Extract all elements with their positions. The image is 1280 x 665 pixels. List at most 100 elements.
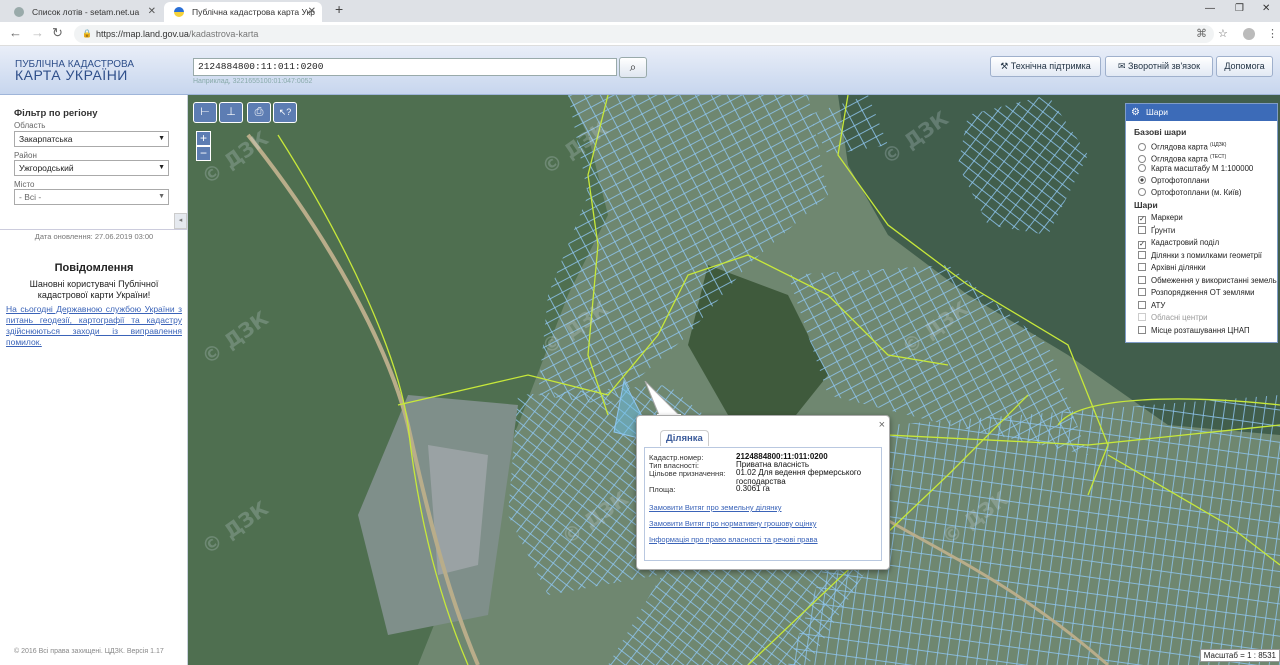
purpose-label: Цільове призначення:	[649, 469, 726, 478]
layers-panel: ⚙ Шари Базові шари Оглядова карта (ЦДЗК) …	[1125, 103, 1278, 343]
base-layer-orthophoto-kyiv[interactable]: Ортофотоплани (м. Київ)	[1138, 188, 1241, 198]
base-layer-map-100000[interactable]: Карта масштабу М 1:100000	[1138, 164, 1253, 174]
minimize-icon[interactable]: —	[1205, 3, 1215, 14]
district-label: Район	[14, 151, 37, 160]
checkbox[interactable]	[1138, 263, 1146, 271]
region-select[interactable]: Закарпатська ▼	[14, 131, 169, 147]
layer-label: Ґрунти	[1151, 226, 1176, 235]
checkbox-checked[interactable]: ✓	[1138, 216, 1146, 224]
tab-parcel[interactable]: Ділянка	[660, 430, 709, 446]
feedback-button[interactable]: ✉ Зворотній зв'язок	[1105, 56, 1213, 77]
radio-button[interactable]	[1138, 154, 1146, 163]
layer-cadastral-division[interactable]: ✓ Кадастровий поділ	[1138, 238, 1219, 249]
layer-cnap-locations[interactable]: Місце розташування ЦНАП	[1138, 326, 1250, 336]
base-layer-orthophoto[interactable]: Ортофотоплани	[1138, 176, 1209, 186]
support-button[interactable]: ⚒ Технічна підтримка	[990, 56, 1101, 77]
dropdown-arrow-icon: ▼	[158, 193, 165, 200]
checkbox[interactable]	[1138, 276, 1146, 284]
layer-sup: (ЦДЗК)	[1210, 142, 1227, 148]
popup-pointer	[644, 381, 681, 417]
browser-tab-setam[interactable]: Список лотів - setam.net.ua ✕	[4, 2, 162, 22]
help-button[interactable]: Допомога	[1216, 56, 1273, 77]
base-layers-title: Базові шари	[1134, 127, 1187, 137]
layer-label: Архівні ділянки	[1151, 263, 1206, 272]
city-select[interactable]: - Всі - ▼	[14, 189, 169, 205]
layer-regional-centers[interactable]: Обласні центри	[1138, 313, 1207, 323]
map-canvas[interactable]: © ДЗК © ДЗК © ДЗК © ДЗК © ДЗК © ДЗК © ДЗ…	[188, 95, 1280, 665]
site-logo[interactable]: ПУБЛІЧНА КАДАСТРОВА КАРТА УКРАЇНИ	[15, 59, 134, 82]
measure-length-button[interactable]: ⊢	[193, 102, 217, 123]
notice-body: Шановні користувачі Публічної кадастрово…	[29, 279, 159, 300]
browser-tab-kadastr[interactable]: Публічна кадастрова карта Укр ✕	[164, 2, 322, 22]
copyright: © 2016 Всі права захищені. ЦДЗК. Версія …	[14, 648, 164, 655]
layer-markers[interactable]: ✓ Маркери	[1138, 213, 1183, 224]
cadastral-search-input[interactable]: 2124884800:11:011:0200	[193, 58, 617, 76]
layer-geometry-errors[interactable]: Ділянки з помилками геометрії	[1138, 251, 1262, 261]
close-tab-icon[interactable]: ✕	[148, 2, 156, 22]
ownership-info-link[interactable]: Інформація про право власності та речові…	[649, 535, 818, 544]
print-button[interactable]: ⎙	[247, 102, 271, 123]
close-tab-icon[interactable]: ✕	[308, 2, 316, 22]
reload-icon[interactable]: ↻	[52, 25, 63, 41]
zoom-out-button[interactable]: −	[196, 146, 211, 161]
layer-archive-parcels[interactable]: Архівні ділянки	[1138, 263, 1206, 273]
measure-area-button[interactable]: ⊥	[219, 102, 243, 123]
help-label: Допомога	[1224, 61, 1265, 71]
checkbox[interactable]	[1138, 326, 1146, 334]
restore-icon[interactable]: ❐	[1235, 3, 1244, 14]
radio-button[interactable]	[1138, 164, 1146, 172]
collapse-sidebar-button[interactable]: ◂	[174, 213, 187, 229]
checkbox[interactable]	[1138, 313, 1146, 321]
layer-sup: (ТЕСТ)	[1210, 154, 1227, 160]
layer-label: Ортофотоплани	[1151, 176, 1210, 185]
layer-soils[interactable]: Ґрунти	[1138, 226, 1175, 236]
layer-label: АТУ	[1151, 301, 1166, 310]
layer-land-orders[interactable]: Розпорядження ОТ землями	[1138, 288, 1254, 298]
tab-title: Публічна кадастрова карта Укр	[192, 7, 315, 17]
region-label: Область	[14, 121, 46, 130]
layer-label: Карта масштабу М 1:100000	[1151, 164, 1254, 173]
district-select[interactable]: Ужгородський ▼	[14, 160, 169, 176]
address-path: /kadastrova-karta	[188, 29, 259, 39]
globe-icon	[14, 7, 24, 17]
checkbox[interactable]	[1138, 226, 1146, 234]
notice-link[interactable]: На сьогодні Державною службою України з …	[6, 304, 182, 348]
search-button[interactable]: ⌕	[619, 57, 647, 78]
identify-button[interactable]: ↖?	[273, 102, 297, 123]
overlay-layers-title: Шари	[1134, 200, 1158, 210]
divider	[0, 229, 187, 230]
radio-button[interactable]	[1138, 142, 1146, 151]
checkbox[interactable]	[1138, 301, 1146, 309]
profile-avatar[interactable]	[1243, 28, 1255, 40]
new-tab-button[interactable]: +	[335, 1, 343, 17]
layer-land-restrictions[interactable]: Обмеження у використанні земель	[1138, 276, 1277, 286]
forward-icon[interactable]: →	[31, 25, 44, 40]
back-icon[interactable]: ←	[9, 25, 22, 40]
translate-icon[interactable]: ⌘	[1196, 27, 1207, 40]
checkbox-checked[interactable]: ✓	[1138, 241, 1146, 249]
radio-button-selected[interactable]	[1138, 176, 1146, 184]
checkbox[interactable]	[1138, 288, 1146, 296]
dropdown-arrow-icon: ▼	[158, 135, 165, 142]
zoom-in-button[interactable]: +	[196, 131, 211, 146]
layer-atu[interactable]: АТУ	[1138, 301, 1165, 311]
address-bar[interactable]: 🔒 https://map.land.gov.ua/kadastrova-kar…	[74, 25, 1214, 43]
city-value: - Всі -	[19, 192, 42, 202]
radio-button[interactable]	[1138, 188, 1146, 196]
close-icon[interactable]: ×	[879, 419, 885, 431]
base-layer-overview-cdzk[interactable]: Оглядова карта (ЦДЗК)	[1138, 140, 1226, 153]
city-label: Місто	[14, 180, 35, 189]
menu-kebab-icon[interactable]: ⋮	[1267, 27, 1278, 40]
base-layer-overview-test[interactable]: Оглядова карта (ТЕСТ)	[1138, 152, 1226, 165]
checkbox[interactable]	[1138, 251, 1146, 259]
dropdown-arrow-icon: ▼	[158, 164, 165, 171]
order-parcel-extract-link[interactable]: Замовити Витяг про земельну ділянку	[649, 503, 782, 512]
layers-header[interactable]: ⚙ Шари	[1126, 104, 1277, 121]
region-filter-sidebar: Фільтр по регіону Область Закарпатська ▼ …	[0, 95, 188, 665]
update-date: Дата оновлення: 27.06.2019 03:00	[34, 232, 154, 241]
window-close-icon[interactable]: ✕	[1262, 3, 1270, 14]
bookmark-star-icon[interactable]: ☆	[1218, 27, 1228, 40]
address-host: https://map.land.gov.ua	[96, 29, 189, 39]
layer-label: Обмеження у використанні земель	[1151, 276, 1277, 285]
order-valuation-extract-link[interactable]: Замовити Витяг про нормативну грошову оц…	[649, 519, 816, 528]
